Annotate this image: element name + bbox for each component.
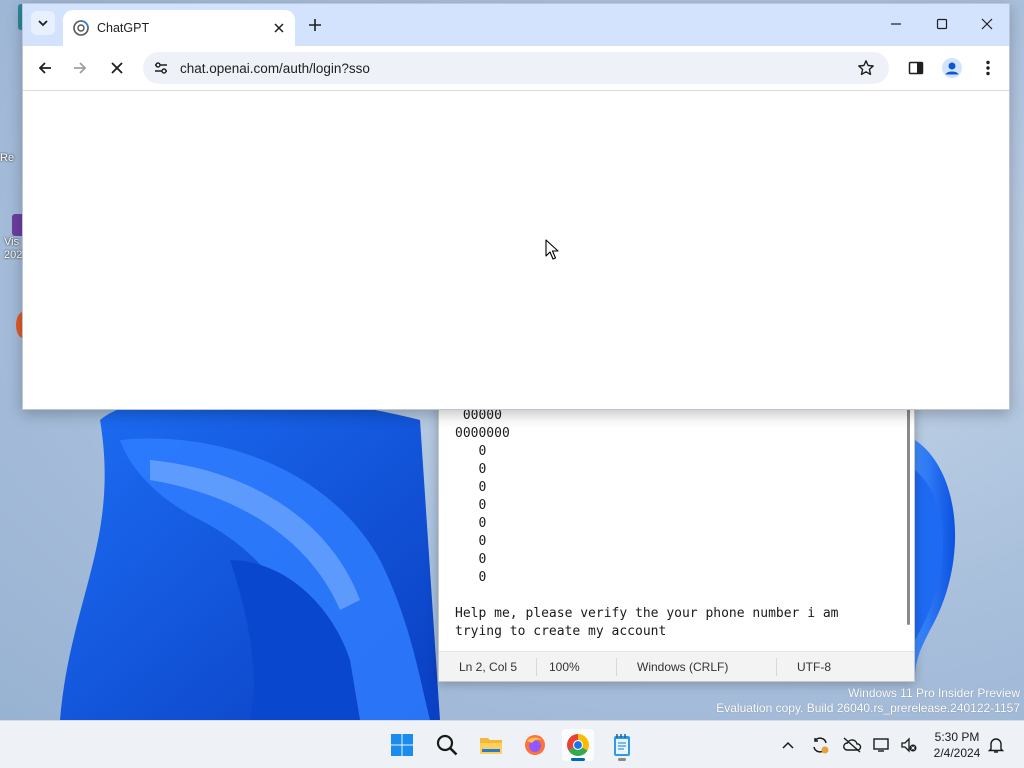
notepad-line: 0 xyxy=(455,498,487,513)
bookmark-button[interactable] xyxy=(853,55,879,81)
notepad-line: 0000000 xyxy=(455,426,510,441)
profile-button[interactable] xyxy=(938,54,966,82)
clock-time: 5:30 PM xyxy=(934,730,980,744)
notepad-text-area[interactable]: 000 000000000000 0 0 0 0 0 0 0 0 Help me… xyxy=(455,397,902,641)
windows-watermark: Windows 11 Pro Insider Preview Evaluatio… xyxy=(716,686,1020,716)
url-text: chat.openai.com/auth/login?sso xyxy=(180,60,370,76)
minimize-button[interactable] xyxy=(874,8,918,40)
close-icon xyxy=(274,23,284,33)
web-page-content[interactable] xyxy=(23,91,1009,409)
folder-icon xyxy=(480,738,502,754)
tab-search-button[interactable] xyxy=(31,11,55,35)
chrome-running-indicator xyxy=(571,758,585,761)
notepad-line: 0 xyxy=(455,534,487,549)
windows-logo-icon xyxy=(391,734,413,756)
bell-icon xyxy=(988,738,1004,753)
sync-icon xyxy=(813,737,829,754)
side-panel-icon xyxy=(908,61,924,75)
onedrive-tray-button[interactable] xyxy=(840,733,864,757)
network-tray-button[interactable] xyxy=(871,733,895,757)
stop-loading-button[interactable] xyxy=(103,54,131,82)
chrome-button[interactable] xyxy=(562,729,594,761)
arrow-left-icon xyxy=(38,62,51,74)
tab-title: ChatGPT xyxy=(97,21,150,35)
status-encoding[interactable]: UTF-8 xyxy=(777,658,831,676)
network-disconnected-icon xyxy=(873,738,889,752)
tab-close-button[interactable] xyxy=(269,18,289,38)
search-button[interactable] xyxy=(431,729,463,761)
back-button[interactable] xyxy=(31,54,59,82)
address-bar[interactable]: chat.openai.com/auth/login?sso xyxy=(143,52,889,84)
notepad-running-indicator xyxy=(618,758,626,761)
notepad-window[interactable]: 000 000000000000 0 0 0 0 0 0 0 0 Help me… xyxy=(438,396,915,682)
notepad-status-bar: Ln 2, Col 5 100% Windows (CRLF) UTF-8 xyxy=(439,651,914,681)
tab-strip: ChatGPT xyxy=(23,4,1009,46)
notepad-line: Help me, please verify the your phone nu… xyxy=(455,606,839,621)
close-window-button[interactable] xyxy=(965,8,1009,40)
site-info-button[interactable] xyxy=(148,55,174,81)
notepad-line: 0 xyxy=(455,516,487,531)
chatgpt-logo-icon xyxy=(73,20,89,36)
mouse-cursor-icon xyxy=(545,239,559,260)
chevron-up-icon xyxy=(782,741,794,749)
notepad-line: 0 xyxy=(455,480,487,495)
clock-date: 2/4/2024 xyxy=(933,746,981,760)
notepad-icon xyxy=(614,734,630,756)
watermark-line-2: Evaluation copy. Build 26040.rs_prerelea… xyxy=(716,701,1020,715)
notepad-button[interactable] xyxy=(606,729,638,761)
notepad-line xyxy=(455,587,902,605)
update-tray-button[interactable] xyxy=(808,733,832,757)
cloud-offline-icon xyxy=(843,737,862,753)
browser-toolbar: chat.openai.com/auth/login?sso xyxy=(23,46,1009,91)
avatar-icon xyxy=(942,58,962,78)
firefox-icon xyxy=(525,735,545,755)
tune-icon xyxy=(155,62,167,74)
browser-window[interactable]: ChatGPT chat.openai.com/auth/login?sso xyxy=(22,3,1010,410)
new-tab-button[interactable] xyxy=(303,13,327,37)
maximize-button[interactable] xyxy=(920,8,964,40)
maximize-icon xyxy=(936,18,948,30)
volume-muted-icon xyxy=(901,737,917,753)
watermark-line-1: Windows 11 Pro Insider Preview xyxy=(848,686,1020,700)
side-panel-button[interactable] xyxy=(902,54,930,82)
more-vertical-icon xyxy=(986,60,990,76)
star-icon xyxy=(858,60,874,76)
status-zoom[interactable]: 100% xyxy=(537,657,617,676)
show-hidden-icons-button[interactable] xyxy=(776,733,800,757)
browser-menu-button[interactable] xyxy=(974,54,1002,82)
plus-icon xyxy=(309,19,321,31)
clock[interactable]: 5:30 PM 2/4/2024 xyxy=(925,729,989,761)
chevron-down-icon xyxy=(38,20,48,27)
taskbar: 5:30 PM 2/4/2024 xyxy=(0,720,1024,768)
notepad-line: 0 xyxy=(455,462,487,477)
tab-chatgpt[interactable]: ChatGPT xyxy=(63,10,295,46)
notepad-line: trying to create my account xyxy=(455,624,667,639)
status-line-ending[interactable]: Windows (CRLF) xyxy=(617,657,777,676)
start-button[interactable] xyxy=(386,729,418,761)
notepad-scrollbar[interactable] xyxy=(907,407,910,625)
arrow-right-icon xyxy=(74,62,87,74)
volume-tray-button[interactable] xyxy=(897,733,921,757)
close-icon xyxy=(111,62,123,74)
notepad-line: 0 xyxy=(455,552,487,567)
file-explorer-button[interactable] xyxy=(475,729,507,761)
notepad-line: 0 xyxy=(455,570,487,585)
notepad-line: 0 xyxy=(455,444,487,459)
minimize-icon xyxy=(891,23,901,25)
close-icon xyxy=(981,18,993,30)
search-icon xyxy=(436,734,458,756)
status-cursor-position: Ln 2, Col 5 xyxy=(439,657,537,676)
notifications-button[interactable] xyxy=(984,733,1008,757)
chrome-icon xyxy=(567,734,589,756)
forward-button[interactable] xyxy=(66,54,94,82)
firefox-button[interactable] xyxy=(519,729,551,761)
